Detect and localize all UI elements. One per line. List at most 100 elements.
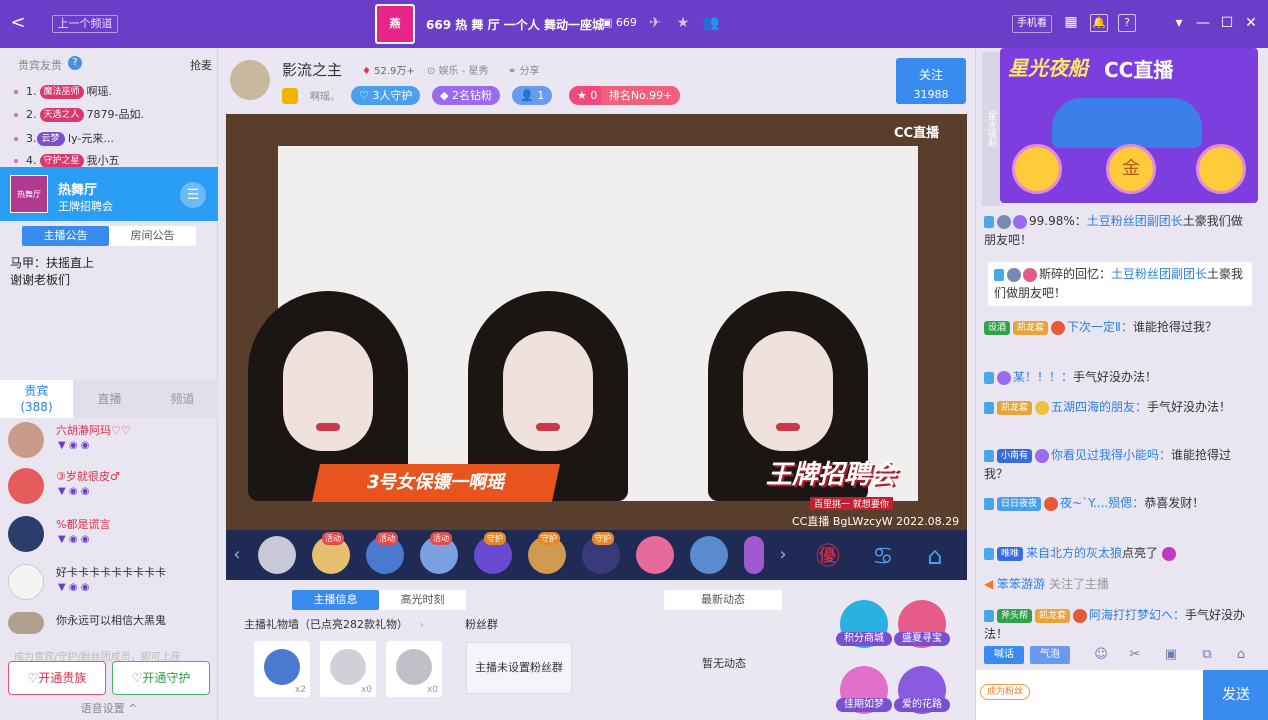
chat-user[interactable]: 下次一定Ⅱ： — [1067, 320, 1133, 334]
open-noble-button[interactable]: ♡开通贵族 — [8, 661, 106, 695]
mobile-watch-button[interactable]: 手机看 — [1012, 15, 1052, 33]
viewer-item[interactable]: 好卡卡卡卡卡卡卡卡卡 ▼ ◉ ◉ — [8, 562, 213, 608]
tab-room-notice[interactable]: 房间公告 — [109, 226, 196, 246]
help-icon[interactable]: ? — [1118, 14, 1136, 32]
tab-channel[interactable]: 频道 — [146, 380, 219, 418]
open-guard-button[interactable]: ♡开通守护 — [112, 661, 210, 695]
gift-item[interactable] — [258, 536, 296, 574]
chat-user[interactable]: 阿海打打梦幻へ： — [1089, 608, 1185, 622]
close-button[interactable]: ✕ — [1242, 13, 1260, 33]
grid-icon[interactable]: ▦ — [1062, 14, 1080, 32]
tab-host-info[interactable]: 主播信息 — [292, 590, 379, 610]
shop-icon[interactable]: ⌂ — [918, 539, 952, 573]
chat-message: 某！！！：手气好没办法！ — [984, 368, 1254, 387]
bubble-button[interactable]: 气泡 — [1030, 646, 1070, 664]
latest-dynamic-tab[interactable]: 最新动态 — [664, 590, 782, 610]
share-button[interactable]: ⚭ 分享 — [508, 62, 540, 77]
emoji-icon[interactable]: ☺ — [1092, 646, 1110, 664]
host-name[interactable]: 影流之主 — [282, 59, 342, 80]
viewer-item[interactable]: 你永远可以相信大黑鬼 — [8, 610, 213, 636]
viewer-item[interactable]: ③岁就很皮♂ ▼ ◉ ◉ — [8, 466, 213, 512]
chat-user: 斯碎的回忆： — [1039, 267, 1112, 281]
gift-item[interactable] — [636, 536, 674, 574]
tab-live[interactable]: 直播 — [73, 380, 146, 418]
gift-item[interactable]: 守护 — [474, 532, 512, 574]
event-banner[interactable]: 星光夜船 CC直播 金 — [1000, 48, 1258, 203]
chat-input[interactable]: 成为粉丝 — [976, 670, 1203, 720]
level-icon — [984, 497, 994, 510]
gift-item[interactable]: 活动 — [366, 532, 404, 574]
wall-gift[interactable]: x2 — [254, 641, 310, 697]
rank-item[interactable]: 1. 魔法巫师 啊瑶. — [14, 82, 214, 102]
chat-user[interactable]: 你看见过我得小能吗： — [1051, 448, 1171, 462]
wall-gift[interactable]: x0 — [320, 641, 376, 697]
broom-icon[interactable]: ⌂ — [1232, 646, 1250, 664]
guard-pill[interactable]: ♡ 3人守护 — [351, 86, 421, 105]
diamond-fan-pill[interactable]: ◆ 2名钻粉 — [432, 86, 500, 105]
chat-mention[interactable]: 土豆粉丝团副团长 — [1087, 214, 1183, 228]
chat-mention[interactable]: 土豆粉丝团副团长 — [1111, 267, 1207, 281]
rank-item[interactable]: 4. 守护之星 我小五 — [14, 151, 214, 167]
channel-card[interactable]: 热舞厅 热舞厅 王牌招聘会 ☰ — [0, 167, 218, 221]
level-icon — [282, 88, 298, 104]
recharge-icon[interactable]: ㊝ — [811, 539, 845, 573]
chevron-left-icon[interactable]: ‹ — [228, 544, 246, 566]
wall-gift[interactable]: x0 — [386, 641, 442, 697]
back-button[interactable]: < — [8, 13, 28, 33]
gift-item[interactable]: 守护 — [528, 532, 566, 574]
chat-user[interactable]: 来自北方的灰太狼 — [1026, 546, 1122, 560]
become-fan-badge[interactable]: 成为粉丝 — [980, 684, 1031, 700]
gift-item[interactable] — [690, 536, 728, 574]
gift-tag: 守护 — [484, 532, 506, 545]
star-icon[interactable]: ★ — [674, 14, 692, 32]
viewer-item[interactable]: %都是谎言 ▼ ◉ ◉ — [8, 514, 213, 560]
host-avatar[interactable] — [230, 60, 270, 100]
notice-tabs: 主播公告 房间公告 — [22, 226, 196, 246]
menu-dropdown-icon[interactable]: ▾ — [1170, 13, 1188, 33]
gift-item[interactable] — [744, 536, 764, 574]
gift-wall-label[interactable]: 主播礼物墙（已点亮282款礼物） › — [244, 616, 424, 632]
viewer-item[interactable]: 六胡瀞阿玛♡♡ ▼ ◉ ◉ — [8, 420, 213, 466]
flower-road-button[interactable]: 爱的花路 — [894, 666, 950, 714]
chat-tag: 凯龙套 — [997, 400, 1033, 415]
chat-user[interactable]: 夜~`Y....殒偲： — [1060, 496, 1144, 510]
copy-icon[interactable]: ⧉ — [1198, 646, 1216, 664]
chat-user[interactable]: 某！！！： — [1013, 370, 1073, 384]
fan-pill[interactable]: 👤 1 — [512, 86, 553, 105]
channel-menu-icon[interactable]: ☰ — [180, 182, 206, 208]
grab-mic-button[interactable]: 抢麦 — [190, 57, 212, 73]
host-category[interactable]: ⊙ 娱乐 - 星秀 — [427, 62, 489, 77]
chat-user[interactable]: 五湖四海的朋友： — [1051, 400, 1147, 414]
rank-pill[interactable]: ★ 0 排名No.99+ — [569, 86, 681, 105]
scissors-icon[interactable]: ✂ — [1126, 646, 1144, 664]
help-icon[interactable]: ? — [68, 56, 82, 70]
maximize-button[interactable]: ☐ — [1218, 13, 1236, 33]
rank-item[interactable]: 3. 云梦 ly-元来... — [14, 129, 214, 149]
tab-highlights[interactable]: 高光时刻 — [379, 590, 466, 610]
tab-host-notice[interactable]: 主播公告 — [22, 226, 109, 246]
gift-tag: 活动 — [376, 532, 398, 545]
prev-channel-button[interactable]: 上一个频道 — [52, 15, 118, 33]
package-icon[interactable]: ♋ — [866, 539, 900, 573]
summer-treasure-button[interactable]: 盛夏寻宝 — [894, 600, 950, 648]
users-icon[interactable]: 👥 — [702, 14, 720, 32]
image-icon[interactable]: ▣ — [1162, 646, 1180, 664]
plane-icon[interactable]: ✈ — [646, 14, 664, 32]
notice-icon[interactable]: 🔔 — [1090, 14, 1108, 32]
video-player[interactable]: CC直播 3号女保镖一啊瑶 王牌招聘会 百里挑一 就想要你 CC直播 BgLWz… — [226, 114, 967, 530]
chat-user[interactable]: 笨笨游游 — [997, 577, 1045, 591]
minimize-button[interactable]: — — [1194, 13, 1212, 33]
tab-vip[interactable]: 贵宾 (388) — [0, 380, 73, 418]
activity-side-tab[interactable]: 星光夜船 — [982, 52, 1000, 206]
shout-button[interactable]: 喊话 — [984, 646, 1024, 664]
gift-item[interactable]: 活动 — [312, 532, 350, 574]
points-mall-button[interactable]: 积分商城 — [836, 600, 892, 648]
voice-settings-button[interactable]: 语音设置 ^ — [0, 698, 218, 720]
follow-button[interactable]: 关注 31988 — [896, 58, 966, 104]
rank-item[interactable]: 2. 天选之人 7879-品如. — [14, 105, 214, 125]
send-button[interactable]: 发送 — [1203, 670, 1268, 720]
chevron-right-icon[interactable]: › — [774, 544, 792, 566]
dream-button[interactable]: 佳期如梦 — [836, 666, 892, 714]
gift-item[interactable]: 活动 — [420, 532, 458, 574]
gift-item[interactable]: 守护 — [582, 532, 620, 574]
